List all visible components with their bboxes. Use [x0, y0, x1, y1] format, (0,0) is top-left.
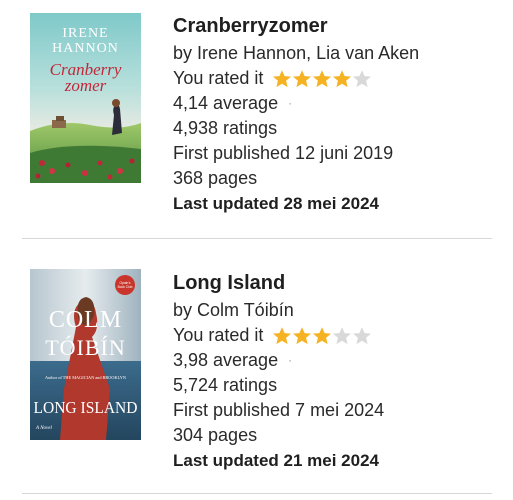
divider — [22, 493, 492, 494]
star-filled-icon[interactable] — [332, 69, 352, 89]
rated-label: You rated it — [173, 325, 264, 345]
star-filled-icon[interactable] — [292, 69, 312, 89]
divider — [22, 238, 492, 239]
star-empty-icon[interactable] — [352, 69, 372, 89]
svg-text:Book Club: Book Club — [118, 285, 133, 289]
book-info: Cranberryzomer by Irene Hannon, Lia van … — [173, 14, 503, 216]
last-updated: Last updated 21 mei 2024 — [173, 451, 379, 470]
cover-author-line: TÓIBÍN — [45, 335, 126, 360]
ratings-count: 4,938 ratings — [173, 118, 278, 138]
separator-dot: · — [288, 96, 293, 110]
book-title[interactable]: Cranberryzomer — [173, 14, 503, 38]
average-rating-row: 3,98 average · — [173, 348, 503, 373]
star-filled-icon[interactable] — [312, 69, 332, 89]
star-rating[interactable] — [272, 326, 372, 346]
rated-label: You rated it — [173, 68, 264, 88]
page-count: 304 pages — [173, 425, 258, 445]
star-empty-icon[interactable] — [332, 326, 352, 346]
book-info: Long Island by Colm Tóibín You rated it … — [173, 271, 503, 473]
cover-tagline: Author of THE MAGICIAN and BROOKLYN — [45, 375, 126, 380]
ratings-count: 5,724 ratings — [173, 375, 278, 395]
star-rating[interactable] — [272, 69, 372, 89]
cover-author-line: IRENE — [62, 26, 108, 41]
book-card[interactable]: Oprah's Book Club COLM TÓIBÍN Author of … — [0, 240, 513, 500]
book-list: IRENE HANNON Cranberry zomer Cranberryzo… — [0, 0, 513, 500]
cover-author-line: HANNON — [52, 41, 119, 56]
star-empty-icon[interactable] — [352, 326, 372, 346]
book-authors[interactable]: by Colm Tóibín — [173, 298, 503, 323]
star-filled-icon[interactable] — [272, 326, 292, 346]
book-cover[interactable]: Oprah's Book Club COLM TÓIBÍN Author of … — [30, 269, 141, 440]
page-count: 368 pages — [173, 168, 258, 188]
user-rating-row: You rated it — [173, 323, 503, 348]
book-title[interactable]: Long Island — [173, 271, 503, 295]
average-rating: 4,14 average — [173, 93, 279, 113]
first-published: First published 7 mei 2024 — [173, 400, 385, 420]
cover-subtitle: A Novel — [35, 426, 52, 431]
last-updated: Last updated 28 mei 2024 — [173, 194, 379, 213]
book-cover[interactable]: IRENE HANNON Cranberry zomer — [30, 13, 141, 183]
separator-dot: · — [288, 353, 293, 367]
average-rating: 3,98 average — [173, 350, 279, 370]
star-filled-icon[interactable] — [312, 326, 332, 346]
first-published: First published 12 juni 2019 — [173, 143, 394, 163]
book-authors[interactable]: by Irene Hannon, Lia van Aken — [173, 41, 503, 66]
user-rating-row: You rated it — [173, 66, 503, 91]
cover-title-line: zomer — [64, 76, 107, 95]
star-filled-icon[interactable] — [292, 326, 312, 346]
average-rating-row: 4,14 average · — [173, 91, 503, 116]
cover-title-line: LONG ISLAND — [34, 398, 138, 417]
star-filled-icon[interactable] — [272, 69, 292, 89]
cover-author-line: COLM — [49, 307, 122, 333]
book-card[interactable]: IRENE HANNON Cranberry zomer Cranberryzo… — [0, 0, 513, 238]
